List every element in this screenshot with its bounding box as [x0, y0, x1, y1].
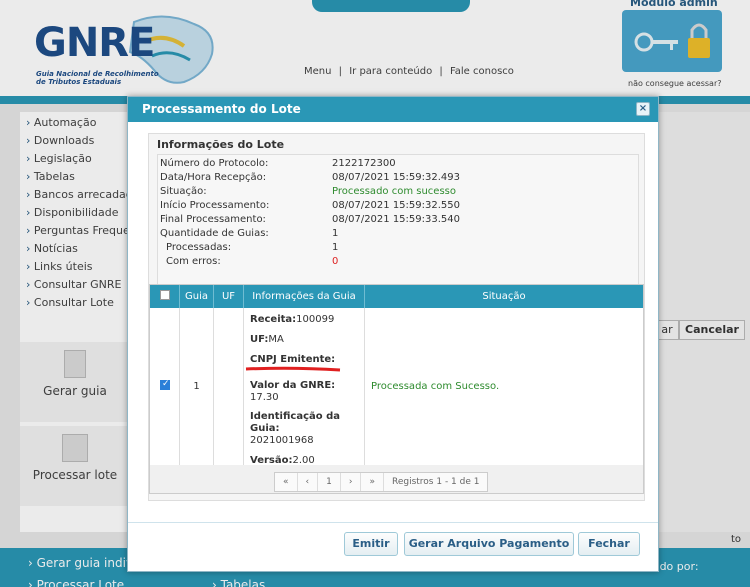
info-section-title: Informações do Lote — [157, 138, 285, 151]
info-label: Quantidade de Guias: — [160, 228, 269, 239]
info-label: Com erros: — [166, 256, 221, 267]
cnpj-label: CNPJ Emitente: — [250, 354, 336, 365]
select-cell — [150, 308, 180, 465]
close-icon[interactable]: × — [636, 102, 650, 116]
redaction-mark — [245, 366, 341, 372]
dialog-title: Processamento do Lote — [142, 102, 301, 116]
uf-label: UF: — [250, 334, 269, 345]
situacao-value: Processado com sucesso — [332, 186, 456, 197]
versao-label: Versão: — [250, 455, 293, 466]
select-all-checkbox[interactable] — [159, 290, 170, 300]
info-label: Número do Protocolo: — [160, 158, 269, 169]
valor-value: 17.30 — [250, 392, 279, 403]
info-label: Processadas: — [166, 242, 232, 253]
grid-header-situacao[interactable]: Situação — [365, 285, 643, 308]
next-page-button[interactable]: › — [341, 473, 362, 491]
identificacao-value: 2021001968 — [250, 435, 314, 446]
info-label: Início Processamento: — [160, 200, 270, 211]
uf-cell — [214, 308, 244, 465]
lote-dialog: Processamento do Lote × Informações do L… — [127, 96, 659, 572]
grid-pager: « ‹ 1 › » Registros 1 - 1 de 1 — [274, 472, 489, 492]
gerar-arquivo-button[interactable]: Gerar Arquivo Pagamento — [404, 532, 574, 556]
dialog-divider — [128, 522, 658, 523]
grid-header-info[interactable]: Informações da Guia — [244, 285, 365, 308]
grid-header-uf[interactable]: UF — [214, 285, 244, 308]
page-number[interactable]: 1 — [318, 473, 341, 491]
info-value: 08/07/2021 15:59:32.550 — [332, 200, 460, 211]
erros-value: 0 — [332, 256, 339, 267]
records-count: Registros 1 - 1 de 1 — [391, 477, 480, 487]
guia-cell: 1 — [180, 308, 214, 465]
grid-header-guia[interactable]: Guia — [180, 285, 214, 308]
fechar-button[interactable]: Fechar — [578, 532, 640, 556]
last-page-button[interactable]: » — [361, 473, 384, 491]
uf-value: MA — [268, 334, 284, 345]
prev-page-button[interactable]: ‹ — [298, 473, 319, 491]
receita-label: Receita: — [250, 314, 297, 325]
emitir-button[interactable]: Emitir — [344, 532, 398, 556]
info-value: 1 — [332, 242, 339, 253]
versao-value: 2.00 — [292, 455, 315, 466]
identificacao-label: Identificação da Guia: — [250, 411, 341, 434]
receita-value: 100099 — [296, 314, 335, 325]
info-label: Situação: — [160, 186, 207, 197]
grid-header-select — [150, 285, 180, 308]
lote-panel: Informações do Lote Número do Protocolo:… — [148, 133, 645, 501]
info-value: 08/07/2021 15:59:33.540 — [332, 214, 460, 225]
first-page-button[interactable]: « — [275, 473, 298, 491]
info-label: Final Processamento: — [160, 214, 266, 225]
info-label: Data/Hora Recepção: — [160, 172, 267, 183]
dialog-title-bar: Processamento do Lote × — [128, 97, 658, 122]
info-value: 1 — [332, 228, 339, 239]
info-cell: Receita:100099 UF:MA CNPJ Emitente: Valo… — [244, 308, 365, 466]
valor-label: Valor da GNRE: — [250, 380, 336, 391]
info-value: 08/07/2021 15:59:32.493 — [332, 172, 460, 183]
info-value: 2122172300 — [332, 158, 396, 169]
guias-grid: Guia UF Informações da Guia Situação 1 R… — [149, 284, 644, 494]
row-checkbox[interactable] — [160, 379, 170, 390]
situacao-cell: Processada com Sucesso. — [365, 308, 643, 465]
